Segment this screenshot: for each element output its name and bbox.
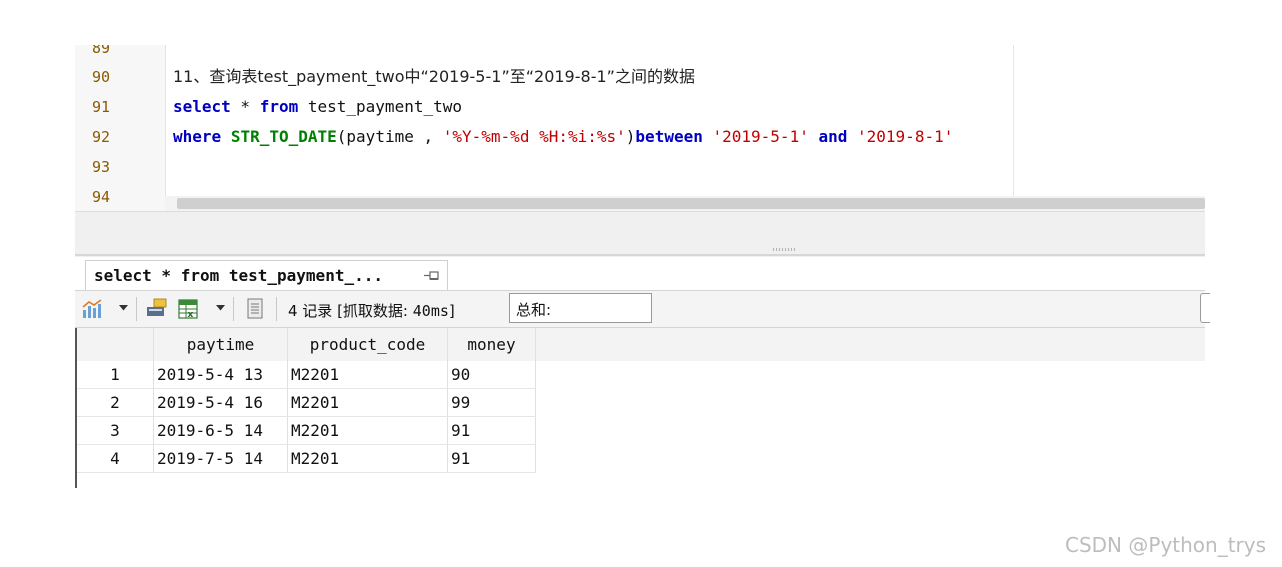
chevron-down-icon[interactable] [119,305,128,311]
code-line-comment[interactable]: 11、查询表test_payment_two中“2019-5-1”至“2019-… [173,67,695,87]
date-literal: '2019-8-1' [857,127,954,146]
row-index[interactable]: 3 [77,416,154,445]
line-number: 90 [92,68,111,86]
cell-money[interactable]: 99 [447,388,536,417]
cell-money[interactable]: 91 [447,416,536,445]
line-number: 94 [92,188,111,206]
line-number-gutter: 89 90 91 92 93 94 [75,45,166,211]
cell-paytime[interactable]: 2019-7-5 14 [153,444,288,473]
result-table: paytime product_code money 1 2019-5-4 13… [77,328,536,473]
cell-paytime[interactable]: 2019-6-5 14 [153,416,288,445]
record-count: 4 记录 [288,302,333,320]
sum-field: 总和: [509,293,652,323]
row-index-header[interactable] [77,328,154,361]
pin-icon[interactable] [424,270,440,282]
table-name: test_payment_two [298,97,462,116]
excel-icon[interactable]: x [177,298,199,320]
comment-number: 5 [475,67,486,86]
date-literal: '2019-5-1' [712,127,809,146]
tab-result[interactable]: select * from test_payment_... [85,260,448,290]
horizontal-scrollbar[interactable] [165,196,1205,211]
header-row: paytime product_code money [77,328,536,361]
line-number: 91 [92,98,111,116]
line-number: 89 [92,45,111,57]
keyword-from: from [259,97,299,116]
document-icon[interactable] [245,298,265,320]
record-count-status: 4 记录 [抓取数据: 40ms] [288,300,455,321]
row-index[interactable]: 2 [77,388,154,417]
keyword-and: and [818,127,848,146]
keyword-select: select [173,97,231,116]
cell-product-code[interactable]: M2201 [287,388,448,417]
comment-text: 11、查询表test_payment_two中“2019- [173,67,476,86]
divider [75,254,1205,256]
toolbar-separator [136,297,137,321]
toolbar-separator [233,297,234,321]
row-index[interactable]: 4 [77,444,154,473]
comment-text: -1”之间的数据 [590,67,695,86]
line-number: 93 [92,158,111,176]
cell-money[interactable]: 91 [447,444,536,473]
cell-product-code[interactable]: M2201 [287,416,448,445]
column-header-money[interactable]: money [447,328,536,361]
cell-paytime[interactable]: 2019-5-4 13 [153,361,288,389]
function-args: (paytime , [336,127,443,146]
chart-view-icon[interactable] [81,298,103,320]
sum-label: 总和: [516,301,552,319]
toolbar-separator [276,297,277,321]
format-string: '%Y-%m-%d %H:%i:%s' [442,127,626,146]
grid-left-border [75,328,77,488]
code-line-where[interactable]: where STR_TO_DATE(paytime , '%Y-%m-%d %H… [173,127,953,147]
fetch-suffix: ] [448,302,455,320]
cell-money[interactable]: 90 [447,361,536,389]
toolbar-input-edge[interactable] [1200,293,1210,323]
row-index[interactable]: 1 [77,361,154,389]
export-icon[interactable] [146,298,168,320]
tab-result-label: select * from test_payment_... [94,266,383,285]
chevron-down-icon[interactable] [216,305,225,311]
comment-text: -1”至“2019- [485,67,581,86]
table-row[interactable]: 4 2019-7-5 14 M2201 91 [77,444,536,473]
scrollbar-thumb[interactable] [177,198,1205,209]
pane-splitter[interactable] [75,211,1205,257]
line-number: 92 [92,128,111,146]
column-header-product-code[interactable]: product_code [287,328,448,361]
comment-number: 8 [580,67,591,86]
column-header-paytime[interactable]: paytime [153,328,288,361]
sql-editor[interactable]: 89 90 91 92 93 94 11、查询表test_payment_two… [75,45,1205,211]
watermark: CSDN @Python_trys [1065,533,1267,557]
code-line-select[interactable]: select * from test_payment_two [173,97,462,117]
table-row[interactable]: 2 2019-5-4 16 M2201 99 [77,388,536,417]
table-row[interactable]: 3 2019-6-5 14 M2201 91 [77,416,536,445]
cell-product-code[interactable]: M2201 [287,444,448,473]
cell-product-code[interactable]: M2201 [287,361,448,389]
right-margin-rule [1013,45,1014,211]
function-name: STR_TO_DATE [230,127,337,146]
table-row[interactable]: 1 2019-5-4 13 M2201 90 [77,361,536,389]
fetch-time: 40ms [412,302,449,320]
close-paren: ) [625,127,636,146]
fetch-prefix: [抓取数据: [332,302,413,320]
operator: * [230,97,260,116]
keyword-between: between [635,127,703,146]
cell-paytime[interactable]: 2019-5-4 16 [153,388,288,417]
result-grid: paytime product_code money 1 2019-5-4 13… [75,328,1205,488]
result-toolbar: x 4 记录 [抓取数据: 40ms] 总和: [75,290,1210,328]
svg-text:x: x [188,310,194,320]
keyword-where: where [173,127,222,146]
splitter-grip-icon[interactable] [773,248,797,251]
